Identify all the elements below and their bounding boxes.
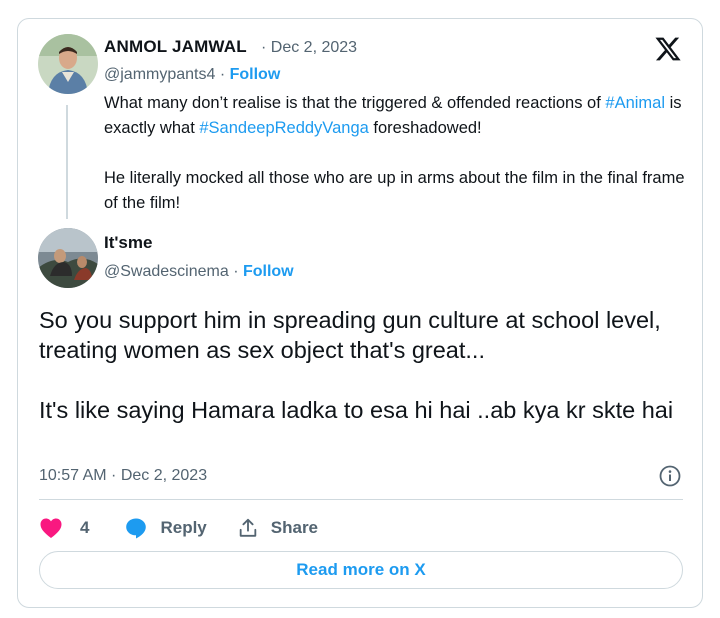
main-author-avatar[interactable] <box>38 228 98 288</box>
main-follow-button[interactable]: Follow <box>243 263 294 280</box>
handle-separator: · <box>215 66 230 83</box>
main-author-name[interactable]: It'sme <box>104 233 152 253</box>
quoted-date[interactable]: · Dec 2, 2023 <box>261 39 357 57</box>
handle-separator: · <box>228 263 243 280</box>
main-author-handle-row: @Swadescinema · Follow <box>104 263 294 281</box>
quoted-author-avatar[interactable] <box>38 34 98 94</box>
reply-button[interactable]: Reply <box>124 516 207 540</box>
actions-divider <box>39 499 683 500</box>
quoted-author-handle-row: @jammypants4 · Follow <box>104 66 280 84</box>
share-icon <box>239 518 257 537</box>
quoted-paragraph-1: What many don’t realise is that the trig… <box>104 91 694 141</box>
quoted-tweet-text: What many don’t realise is that the trig… <box>104 91 694 216</box>
like-count: 4 <box>80 518 90 537</box>
reply-bubble-icon <box>126 518 147 539</box>
reply-label: Reply <box>160 518 207 537</box>
x-logo-icon[interactable] <box>654 35 682 63</box>
tweet-timestamp[interactable]: 10:57 AM · Dec 2, 2023 <box>39 467 207 485</box>
hashtag-animal-link[interactable]: #Animal <box>605 94 665 112</box>
quoted-text-segment: foreshadowed! <box>368 119 482 137</box>
quoted-author-name[interactable]: ANMOL JAMWAL <box>104 37 247 57</box>
tweet-actions: 4 Reply Share <box>39 513 318 543</box>
main-paragraph-2: It's like saying Hamara ladka to esa hi … <box>39 397 674 423</box>
main-author-handle[interactable]: @Swadescinema <box>104 263 229 280</box>
quoted-follow-button[interactable]: Follow <box>230 66 281 83</box>
info-icon[interactable] <box>658 464 682 488</box>
heart-icon <box>40 518 62 538</box>
main-paragraph-1: So you support him in spreading gun cult… <box>39 307 661 363</box>
main-tweet-text: So you support him in spreading gun cult… <box>39 305 679 425</box>
thread-connector-line <box>66 105 68 219</box>
quoted-text-segment: What many don’t realise is that the trig… <box>104 94 606 112</box>
read-more-button[interactable]: Read more on X <box>39 551 683 589</box>
tweet-embed-card: ANMOL JAMWAL · Dec 2, 2023 @jammypants4 … <box>17 18 703 608</box>
share-label: Share <box>270 518 319 537</box>
like-button[interactable]: 4 <box>39 517 89 539</box>
share-button[interactable]: Share <box>237 517 318 539</box>
hashtag-sandeepreddyvanga-link[interactable]: #SandeepReddyVanga <box>199 119 368 137</box>
quoted-paragraph-2: He literally mocked all those who are up… <box>104 169 685 212</box>
quoted-author-handle[interactable]: @jammypants4 <box>104 66 215 83</box>
